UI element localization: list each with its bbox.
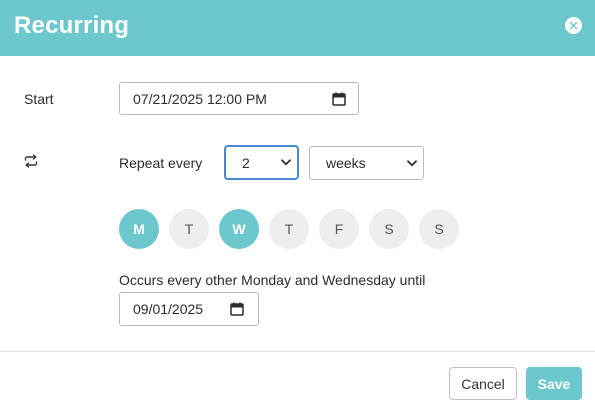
repeat-unit-select[interactable]: weeks bbox=[309, 146, 424, 180]
weekday-saturday-button[interactable]: S bbox=[369, 209, 409, 249]
weekday-monday-button[interactable]: M bbox=[119, 209, 159, 249]
start-datetime-input[interactable]: 07/21/2025 12:00 PM bbox=[119, 82, 359, 115]
dialog-title: Recurring bbox=[14, 12, 130, 39]
calendar-icon[interactable] bbox=[332, 92, 346, 106]
weekday-tuesday-button[interactable]: T bbox=[169, 209, 209, 249]
chevron-down-icon bbox=[281, 159, 291, 166]
start-label: Start bbox=[24, 91, 54, 107]
chevron-down-icon bbox=[407, 159, 417, 166]
repeat-unit-value: weeks bbox=[326, 155, 366, 171]
recurring-dialog: Recurring Start 07/21/2025 12:00 PM Repe… bbox=[0, 0, 595, 415]
close-button[interactable] bbox=[565, 17, 582, 34]
weekday-friday-button[interactable]: F bbox=[319, 209, 359, 249]
cancel-button[interactable]: Cancel bbox=[449, 367, 517, 400]
recurrence-summary: Occurs every other Monday and Wednesday … bbox=[119, 272, 426, 288]
until-date-value: 09/01/2025 bbox=[133, 301, 204, 317]
repeat-interval-select[interactable]: 2 bbox=[225, 146, 298, 179]
until-date-input[interactable]: 09/01/2025 bbox=[119, 292, 259, 326]
calendar-icon[interactable] bbox=[230, 302, 244, 316]
dialog-header: Recurring bbox=[0, 0, 595, 56]
repeat-every-label: Repeat every bbox=[119, 155, 203, 171]
close-icon bbox=[569, 21, 578, 30]
weekday-selector: M T W T F S S bbox=[119, 209, 464, 249]
footer-divider bbox=[0, 351, 595, 352]
start-datetime-value: 07/21/2025 12:00 PM bbox=[133, 90, 267, 107]
repeat-icon bbox=[24, 154, 38, 168]
save-button[interactable]: Save bbox=[526, 367, 582, 400]
weekday-sunday-button[interactable]: S bbox=[419, 209, 459, 249]
weekday-thursday-button[interactable]: T bbox=[269, 209, 309, 249]
repeat-interval-value: 2 bbox=[242, 154, 250, 171]
weekday-wednesday-button[interactable]: W bbox=[219, 209, 259, 249]
